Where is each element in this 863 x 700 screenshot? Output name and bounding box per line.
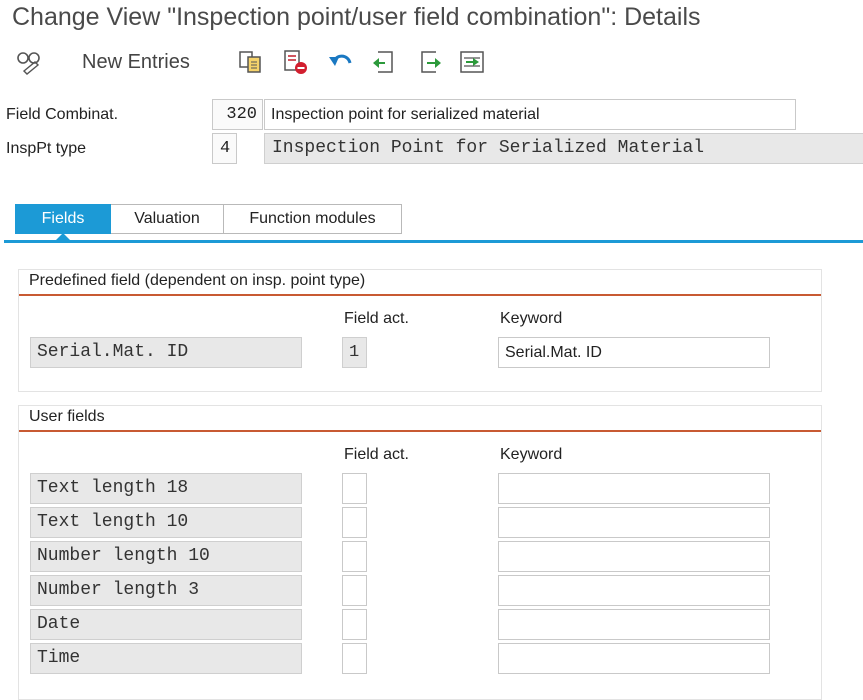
tab-fields[interactable]: Fields (15, 204, 111, 234)
display-change-icon (17, 52, 40, 75)
user-keyword-input[interactable] (498, 609, 770, 640)
toolbar: New Entries (0, 42, 863, 82)
delete-button[interactable] (281, 48, 311, 76)
user-keyword-input[interactable] (498, 541, 770, 572)
predefined-field-group: Predefined field (dependent on insp. poi… (18, 269, 822, 392)
field-combination-value[interactable]: 320 (212, 99, 263, 130)
previous-entry-button[interactable] (370, 48, 400, 76)
insp-pt-type-description: Inspection Point for Serialized Material (264, 133, 863, 164)
tab-function-modules[interactable]: Function modules (224, 204, 402, 234)
user-keyword-input[interactable] (498, 575, 770, 606)
tab-strip: Fields Valuation Function modules (15, 204, 402, 234)
undo-button[interactable] (325, 48, 355, 76)
predefined-field-act: 1 (342, 337, 367, 368)
predefined-keyword-input[interactable]: Serial.Mat. ID (498, 337, 770, 368)
user-keyword-header: Keyword (500, 446, 563, 463)
user-field-act-input[interactable] (342, 541, 367, 572)
next-entry-button[interactable] (414, 48, 444, 76)
copy-button[interactable] (236, 48, 266, 76)
user-field-act-header: Field act. (344, 446, 409, 463)
group-divider (19, 294, 821, 296)
window-title: Change View "Inspection point/user field… (12, 3, 701, 31)
user-keyword-input[interactable] (498, 473, 770, 504)
user-field-name: Time (30, 643, 302, 674)
predefined-keyword-header: Keyword (500, 310, 563, 327)
predefined-field-title: Predefined field (dependent on insp. poi… (29, 272, 366, 289)
user-field-act-input[interactable] (342, 507, 367, 538)
undo-icon (329, 54, 352, 66)
user-field-name: Number length 3 (30, 575, 302, 606)
user-field-name: Number length 10 (30, 541, 302, 572)
insp-pt-type-label: InspPt type (6, 140, 87, 157)
user-field-act-input[interactable] (342, 575, 367, 606)
user-field-act-input[interactable] (342, 643, 367, 674)
user-field-name: Text length 18 (30, 473, 302, 504)
insp-pt-type-value[interactable]: 4 (212, 133, 237, 164)
tab-underline (4, 240, 863, 243)
user-field-name: Date (30, 609, 302, 640)
display-change-button[interactable] (14, 48, 44, 76)
group-divider (19, 430, 821, 432)
next-entry-icon (421, 51, 441, 73)
active-tab-indicator (56, 233, 70, 240)
user-field-act-input[interactable] (342, 609, 367, 640)
field-combination-description[interactable]: Inspection point for serialized material (264, 99, 796, 130)
field-combination-label: Field Combinat. (6, 106, 119, 123)
user-fields-title: User fields (29, 408, 105, 425)
predefined-field-act-header: Field act. (344, 310, 409, 327)
user-keyword-input[interactable] (498, 507, 770, 538)
previous-entry-icon (373, 51, 393, 73)
predefined-field-name: Serial.Mat. ID (30, 337, 302, 368)
new-entries-button[interactable]: New Entries (82, 48, 190, 76)
tab-valuation[interactable]: Valuation (111, 204, 224, 234)
user-field-act-input[interactable] (342, 473, 367, 504)
user-field-name: Text length 10 (30, 507, 302, 538)
new-entries-label: New Entries (82, 50, 190, 73)
select-all-icon (460, 51, 484, 73)
user-keyword-input[interactable] (498, 643, 770, 674)
select-all-button[interactable] (457, 48, 487, 76)
delete-icon (284, 50, 307, 74)
copy-icon (239, 51, 261, 73)
